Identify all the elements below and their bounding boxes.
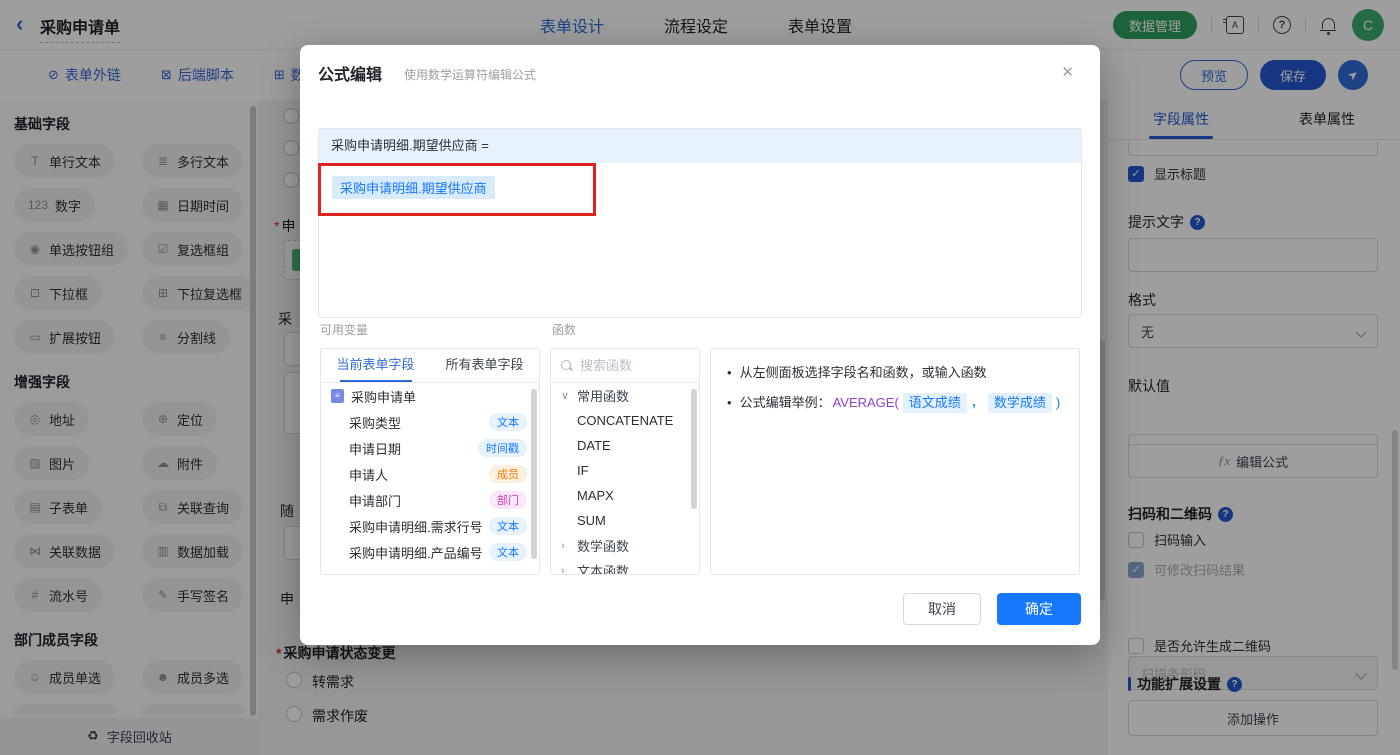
- variable-row[interactable]: 采购申请明细.产品编号 文本: [321, 539, 539, 565]
- functions-panel: ∨ 常用函数 CONCATENATE DATE IF MAPX SUM › 数学…: [550, 348, 700, 575]
- type-badge: 文本: [489, 517, 527, 535]
- variable-row[interactable]: 采购申请明细.需求行号 文本: [321, 513, 539, 539]
- type-badge: 部门: [489, 491, 527, 509]
- variable-row[interactable]: 申请人 成员: [321, 461, 539, 487]
- variables-panel-label: 可用变量: [320, 323, 369, 337]
- tree-root-form[interactable]: ≡ 采购申请单: [321, 383, 539, 409]
- function-search-input[interactable]: [580, 358, 680, 373]
- variable-row[interactable]: 采购类型 文本: [321, 409, 539, 435]
- type-badge: 成员: [489, 465, 527, 483]
- function-item[interactable]: SUM: [551, 508, 699, 533]
- cancel-button[interactable]: 取消: [903, 593, 981, 625]
- formula-target: 采购申请明细.期望供应商 =: [319, 129, 1081, 163]
- formula-editor: 采购申请明细.期望供应商 = 采购申请明细.期望供应商: [318, 128, 1082, 318]
- example-chip: 语文成绩: [902, 393, 967, 413]
- function-item[interactable]: MAPX: [551, 483, 699, 508]
- functions-panel-label: 函数: [552, 323, 577, 337]
- variables-scrollbar[interactable]: [531, 389, 537, 559]
- close-icon[interactable]: ✕: [1061, 63, 1074, 81]
- type-badge: 文本: [489, 413, 527, 431]
- function-item[interactable]: DATE: [551, 433, 699, 458]
- function-group-math[interactable]: › 数学函数: [551, 533, 699, 558]
- modal-title: 公式编辑: [318, 67, 383, 84]
- bullet: •: [727, 365, 732, 380]
- confirm-button[interactable]: 确定: [997, 593, 1081, 625]
- functions-scrollbar[interactable]: [691, 389, 697, 509]
- variable-row[interactable]: 申请日期 时间戳: [321, 435, 539, 461]
- function-group-common[interactable]: ∨ 常用函数: [551, 383, 699, 408]
- function-item[interactable]: IF: [551, 458, 699, 483]
- app-window: ‹ 采购申请单 表单设计 流程设定 表单设置 数据管理 A ? C ⊘ 表单外链 …: [0, 0, 1400, 755]
- modal-subtitle: 使用数学运算符编辑公式: [404, 68, 537, 82]
- bullet: •: [727, 395, 732, 410]
- type-badge: 时间戳: [478, 439, 527, 457]
- chevron-right-icon: ›: [561, 539, 565, 552]
- form-doc-icon: ≡: [331, 389, 344, 403]
- tab-all-form-fields[interactable]: 所有表单字段: [430, 349, 539, 382]
- hint-line-1: 从左侧面板选择字段名和函数，或输入函数: [739, 365, 987, 380]
- tab-current-form-fields[interactable]: 当前表单字段: [321, 349, 430, 382]
- function-search: [551, 349, 699, 383]
- formula-token[interactable]: 采购申请明细.期望供应商: [332, 176, 495, 199]
- chevron-right-icon: ›: [561, 564, 565, 575]
- hints-panel: • 从左侧面板选择字段名和函数，或输入函数 • 公式编辑举例： AVERAGE( …: [710, 348, 1080, 575]
- variables-panel: 当前表单字段 所有表单字段 ≡ 采购申请单 采购类型 文本 申请日期 时间戳 申请人…: [320, 348, 540, 575]
- type-badge: 文本: [489, 543, 527, 561]
- formula-editor-modal: 公式编辑 使用数学运算符编辑公式 ✕ 采购申请明细.期望供应商 = 采购申请明细…: [300, 45, 1100, 645]
- function-group-text[interactable]: › 文本函数: [551, 558, 699, 575]
- chevron-down-icon: ∨: [561, 390, 570, 402]
- variable-row[interactable]: 申请部门 部门: [321, 487, 539, 513]
- search-icon: [561, 359, 573, 372]
- function-item[interactable]: CONCATENATE: [551, 408, 699, 433]
- example-chip: 数学成绩: [987, 393, 1052, 413]
- hint-line-2: 公式编辑举例： AVERAGE( 语文成绩 ， 数学成绩 ): [740, 393, 1060, 413]
